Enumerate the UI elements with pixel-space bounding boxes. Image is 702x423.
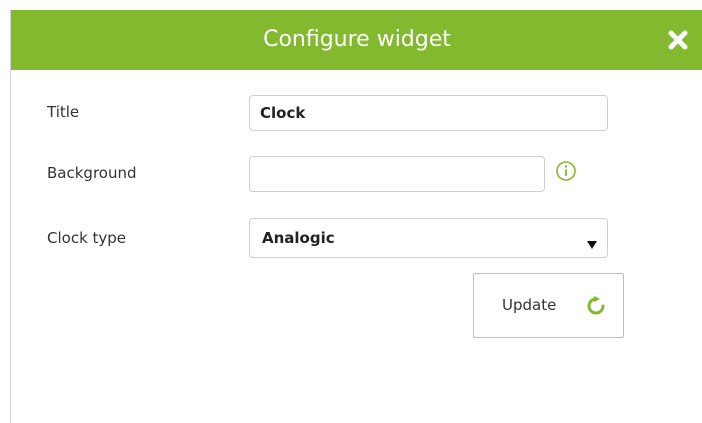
chevron-down-icon [587,234,597,253]
configure-widget-dialog: Configure widget Title Background Clock … [10,10,702,423]
title-input[interactable] [249,95,608,131]
update-button-label: Update [502,296,557,314]
clock-type-value: Analogic [262,229,335,247]
dialog-title: Configure widget [263,27,451,52]
background-input[interactable] [249,156,545,192]
refresh-icon [586,296,606,320]
background-label: Background [47,164,137,182]
info-icon[interactable] [555,160,577,182]
dialog-titlebar: Configure widget [11,10,702,70]
clock-type-label: Clock type [47,229,127,247]
title-label: Title [47,103,80,121]
clock-type-select[interactable]: Analogic [249,218,608,258]
close-icon[interactable] [667,29,689,51]
update-button[interactable]: Update [473,273,624,338]
